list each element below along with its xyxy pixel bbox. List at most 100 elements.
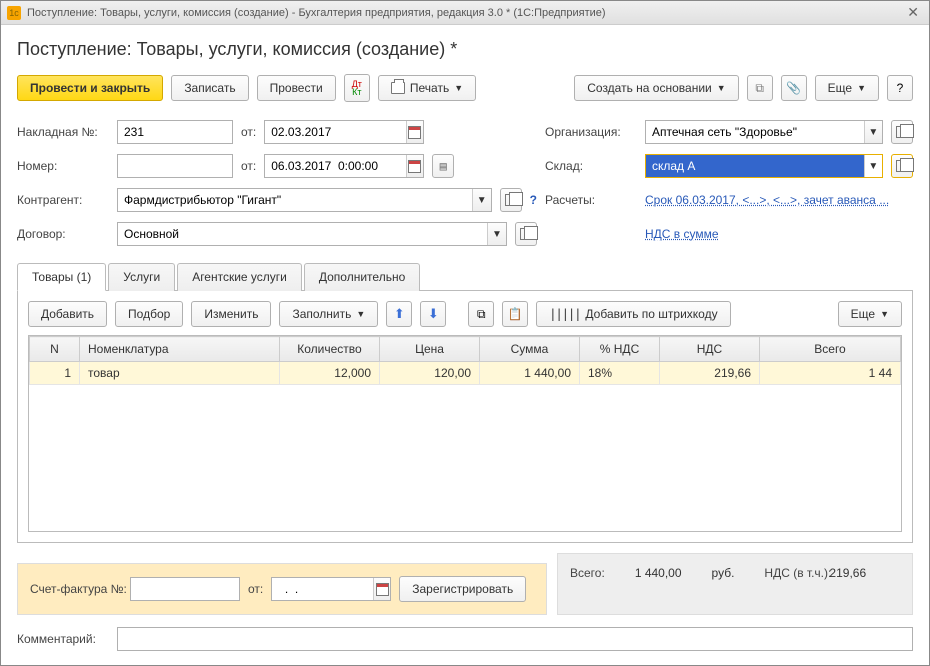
copy-button[interactable]: ⧉ [468, 301, 494, 327]
invoice-ref-date-input[interactable] [272, 578, 373, 600]
move-up-button[interactable]: ⬆ [386, 301, 412, 327]
form-icon: ▤ [440, 159, 447, 173]
cell-qty[interactable]: 12,000 [280, 362, 380, 385]
chevron-down-icon: ▼ [857, 83, 866, 93]
col-total[interactable]: Всего [760, 337, 901, 362]
cell-n[interactable]: 1 [30, 362, 80, 385]
cell-vat[interactable]: 219,66 [660, 362, 760, 385]
col-price[interactable]: Цена [380, 337, 480, 362]
close-icon[interactable]: ✕ [903, 4, 923, 21]
save-button[interactable]: Записать [171, 75, 248, 101]
org-input[interactable] [646, 121, 864, 143]
col-vat-pct[interactable]: % НДС [580, 337, 660, 362]
counterparty-input[interactable] [118, 189, 472, 211]
create-based-on-button[interactable]: Создать на основании ▼ [574, 75, 738, 101]
table-row[interactable]: 1 товар 12,000 120,00 1 440,00 18% 219,6… [30, 362, 901, 385]
open-counterparty-button[interactable] [500, 188, 522, 212]
calculations-label: Расчеты: [545, 193, 637, 207]
open-contract-button[interactable] [515, 222, 537, 246]
chevron-down-icon: ▼ [454, 83, 463, 93]
tab-goods[interactable]: Товары (1) [17, 263, 106, 291]
paste-icon: 📋 [508, 307, 523, 321]
calendar-button[interactable] [373, 578, 390, 600]
dropdown-button[interactable]: ▼ [864, 121, 882, 143]
counterparty-field[interactable]: ▼ [117, 188, 492, 212]
calendar-button[interactable] [406, 121, 424, 143]
arrow-down-icon: ⬇ [428, 306, 439, 322]
attach-button[interactable]: 📎 [781, 75, 807, 101]
dropdown-button[interactable]: ▼ [487, 223, 506, 245]
print-button[interactable]: Печать ▼ [378, 75, 476, 101]
paste-button[interactable]: 📋 [502, 301, 528, 327]
edit-button[interactable]: Изменить [191, 301, 271, 327]
vat-total-label: НДС (в т.ч.): [764, 566, 804, 580]
counterparty-help[interactable]: ? [530, 193, 537, 207]
paperclip-icon: 📎 [786, 81, 801, 95]
copy-icon: ⧉ [477, 307, 486, 322]
cell-total[interactable]: 1 44 [760, 362, 901, 385]
print-label: Печать [410, 81, 449, 95]
cell-sum[interactable]: 1 440,00 [480, 362, 580, 385]
cell-price[interactable]: 120,00 [380, 362, 480, 385]
chevron-down-icon: ▼ [356, 309, 365, 319]
col-nomenclature[interactable]: Номенклатура [80, 337, 280, 362]
number-input[interactable] [118, 155, 232, 177]
invoice-ref-label: Счет-фактура №: [30, 582, 122, 596]
col-qty[interactable]: Количество [280, 337, 380, 362]
tab-services[interactable]: Услуги [108, 263, 175, 291]
warehouse-field[interactable]: ▼ [645, 154, 883, 178]
add-row-button[interactable]: Добавить [28, 301, 107, 327]
dt-kt-button[interactable]: ДтКт [344, 74, 370, 102]
structure-button[interactable]: ⧉ [747, 75, 773, 101]
more-button[interactable]: Еще ▼ [815, 75, 879, 101]
open-warehouse-button[interactable] [891, 154, 913, 178]
calculations-link[interactable]: Срок 06.03.2017, <...>, <...>, зачет ава… [645, 193, 889, 207]
app-window: 1c Поступление: Товары, услуги, комиссия… [0, 0, 930, 666]
warehouse-input[interactable] [646, 155, 864, 177]
comment-input[interactable] [118, 628, 912, 650]
vat-mode-link[interactable]: НДС в сумме [645, 227, 719, 241]
dropdown-button[interactable]: ▼ [864, 155, 882, 177]
pick-button[interactable]: Подбор [115, 301, 183, 327]
col-sum[interactable]: Сумма [480, 337, 580, 362]
goods-table[interactable]: N Номенклатура Количество Цена Сумма % Н… [28, 335, 902, 532]
doc-date-extra-button[interactable]: ▤ [432, 154, 454, 178]
invoice-ref-field[interactable] [130, 577, 240, 601]
contract-field[interactable]: ▼ [117, 222, 507, 246]
grid-toolbar: Добавить Подбор Изменить Заполнить ▼ ⬆ ⬇… [28, 301, 902, 327]
col-n[interactable]: N [30, 337, 80, 362]
register-invoice-button[interactable]: Зарегистрировать [399, 576, 526, 602]
move-down-button[interactable]: ⬇ [420, 301, 446, 327]
post-and-close-button[interactable]: Провести и закрыть [17, 75, 163, 101]
fill-button[interactable]: Заполнить ▼ [279, 301, 378, 327]
create-based-label: Создать на основании [587, 81, 712, 95]
invoice-date-input[interactable] [265, 121, 405, 143]
totals-panel: Всего: 1 440,00 руб. НДС (в т.ч.): 219,6… [557, 553, 913, 615]
doc-date-input[interactable] [265, 155, 405, 177]
cell-nomenclature[interactable]: товар [80, 362, 280, 385]
org-field[interactable]: ▼ [645, 120, 883, 144]
post-button[interactable]: Провести [257, 75, 336, 101]
comment-field[interactable] [117, 627, 913, 651]
printer-icon [391, 82, 405, 94]
calendar-button[interactable] [406, 155, 424, 177]
doc-date-field[interactable] [264, 154, 424, 178]
add-by-barcode-button[interactable]: ||||| Добавить по штрихкоду [536, 301, 730, 327]
cell-vat-pct[interactable]: 18% [580, 362, 660, 385]
contract-input[interactable] [118, 223, 487, 245]
tab-agent-services[interactable]: Агентские услуги [177, 263, 302, 291]
open-icon [520, 228, 532, 240]
number-field[interactable] [117, 154, 233, 178]
invoice-date-field[interactable] [264, 120, 424, 144]
help-button[interactable]: ? [887, 75, 913, 101]
col-vat[interactable]: НДС [660, 337, 760, 362]
grid-more-button[interactable]: Еще ▼ [838, 301, 902, 327]
comment-label: Комментарий: [17, 632, 109, 646]
tab-additional[interactable]: Дополнительно [304, 263, 420, 291]
dropdown-button[interactable]: ▼ [472, 189, 491, 211]
invoice-no-input[interactable] [118, 121, 232, 143]
invoice-no-field[interactable] [117, 120, 233, 144]
invoice-ref-date-field[interactable] [271, 577, 391, 601]
invoice-ref-input[interactable] [131, 578, 239, 600]
open-org-button[interactable] [891, 120, 913, 144]
